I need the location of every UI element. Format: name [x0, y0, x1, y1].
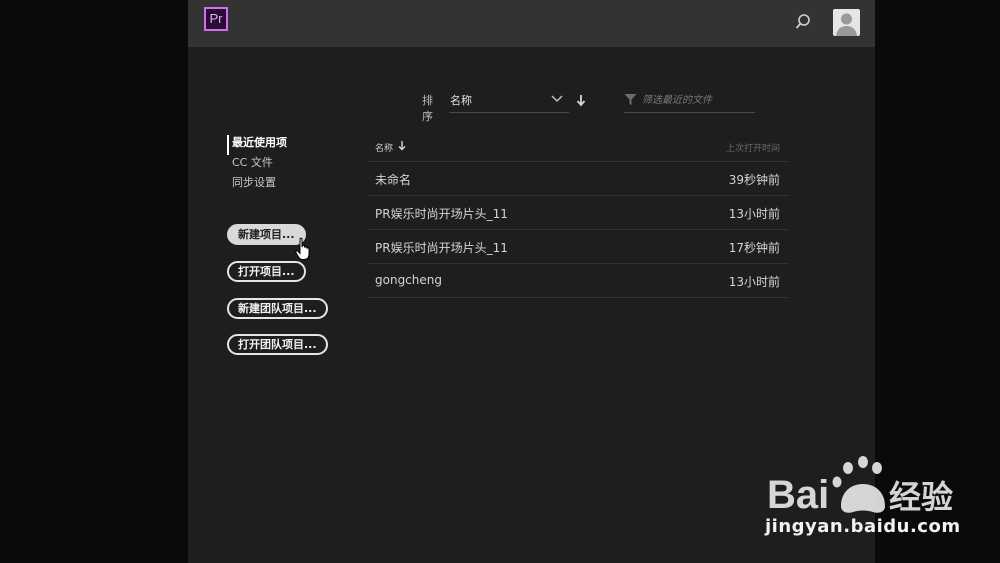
baidu-watermark-logo: Bai 经验 [767, 456, 953, 517]
column-header-last-opened[interactable]: 上次打开时间 [726, 141, 780, 154]
watermark-url: jingyan.baidu.com [765, 516, 961, 537]
sort-dropdown-value: 名称 [450, 94, 472, 107]
chevron-down-icon [551, 95, 563, 103]
sort-label: 排序 [422, 94, 433, 123]
new-team-project-button[interactable]: 新建团队项目... [227, 298, 328, 319]
filter-input[interactable] [642, 91, 752, 109]
search-icon[interactable] [794, 12, 814, 32]
sort-arrow-icon [398, 141, 406, 151]
top-bar: Pr [188, 0, 875, 47]
premiere-logo-icon: Pr [204, 7, 228, 31]
last-opened: 17秒钟前 [728, 241, 780, 255]
filter-icon [624, 94, 637, 105]
table-row[interactable]: PR娱乐时尚开场片头_11 13小时前 [368, 196, 788, 230]
file-name: gongcheng [375, 273, 442, 287]
svg-text:Bai: Bai [767, 473, 829, 517]
last-opened: 13小时前 [728, 207, 780, 221]
table-row[interactable]: 未命名 39秒钟前 [368, 162, 788, 196]
open-project-button[interactable]: 打开项目... [227, 261, 306, 282]
svg-text:经验: 经验 [889, 478, 953, 516]
nav-item-cc-files[interactable]: CC 文件 [227, 155, 287, 175]
new-project-button[interactable]: 新建项目... [227, 224, 306, 245]
table-header: 名称 上次打开时间 [368, 134, 788, 162]
column-header-name[interactable]: 名称 [375, 141, 393, 154]
table-row[interactable]: gongcheng 13小时前 [368, 264, 788, 298]
last-opened: 13小时前 [728, 275, 780, 289]
file-name: PR娱乐时尚开场片头_11 [375, 207, 508, 221]
file-name: 未命名 [375, 173, 412, 187]
nav-item-sync-settings[interactable]: 同步设置 [227, 175, 287, 195]
open-team-project-button[interactable]: 打开团队项目... [227, 334, 328, 355]
last-opened: 39秒钟前 [728, 173, 780, 187]
avatar-icon[interactable] [833, 9, 860, 36]
sort-direction-icon[interactable] [576, 94, 586, 107]
sort-dropdown[interactable]: 名称 [449, 90, 569, 113]
file-name: PR娱乐时尚开场片头_11 [375, 241, 508, 255]
side-nav: 最近使用项 CC 文件 同步设置 [227, 135, 287, 195]
table-row[interactable]: PR娱乐时尚开场片头_11 17秒钟前 [368, 230, 788, 264]
recent-files-table: 名称 上次打开时间 未命名 39秒钟前 PR娱乐时尚开场片头_11 13小时前 … [368, 134, 788, 298]
nav-item-recent[interactable]: 最近使用项 [227, 135, 287, 155]
hand-cursor-icon [295, 237, 310, 260]
filter-field [624, 90, 755, 113]
